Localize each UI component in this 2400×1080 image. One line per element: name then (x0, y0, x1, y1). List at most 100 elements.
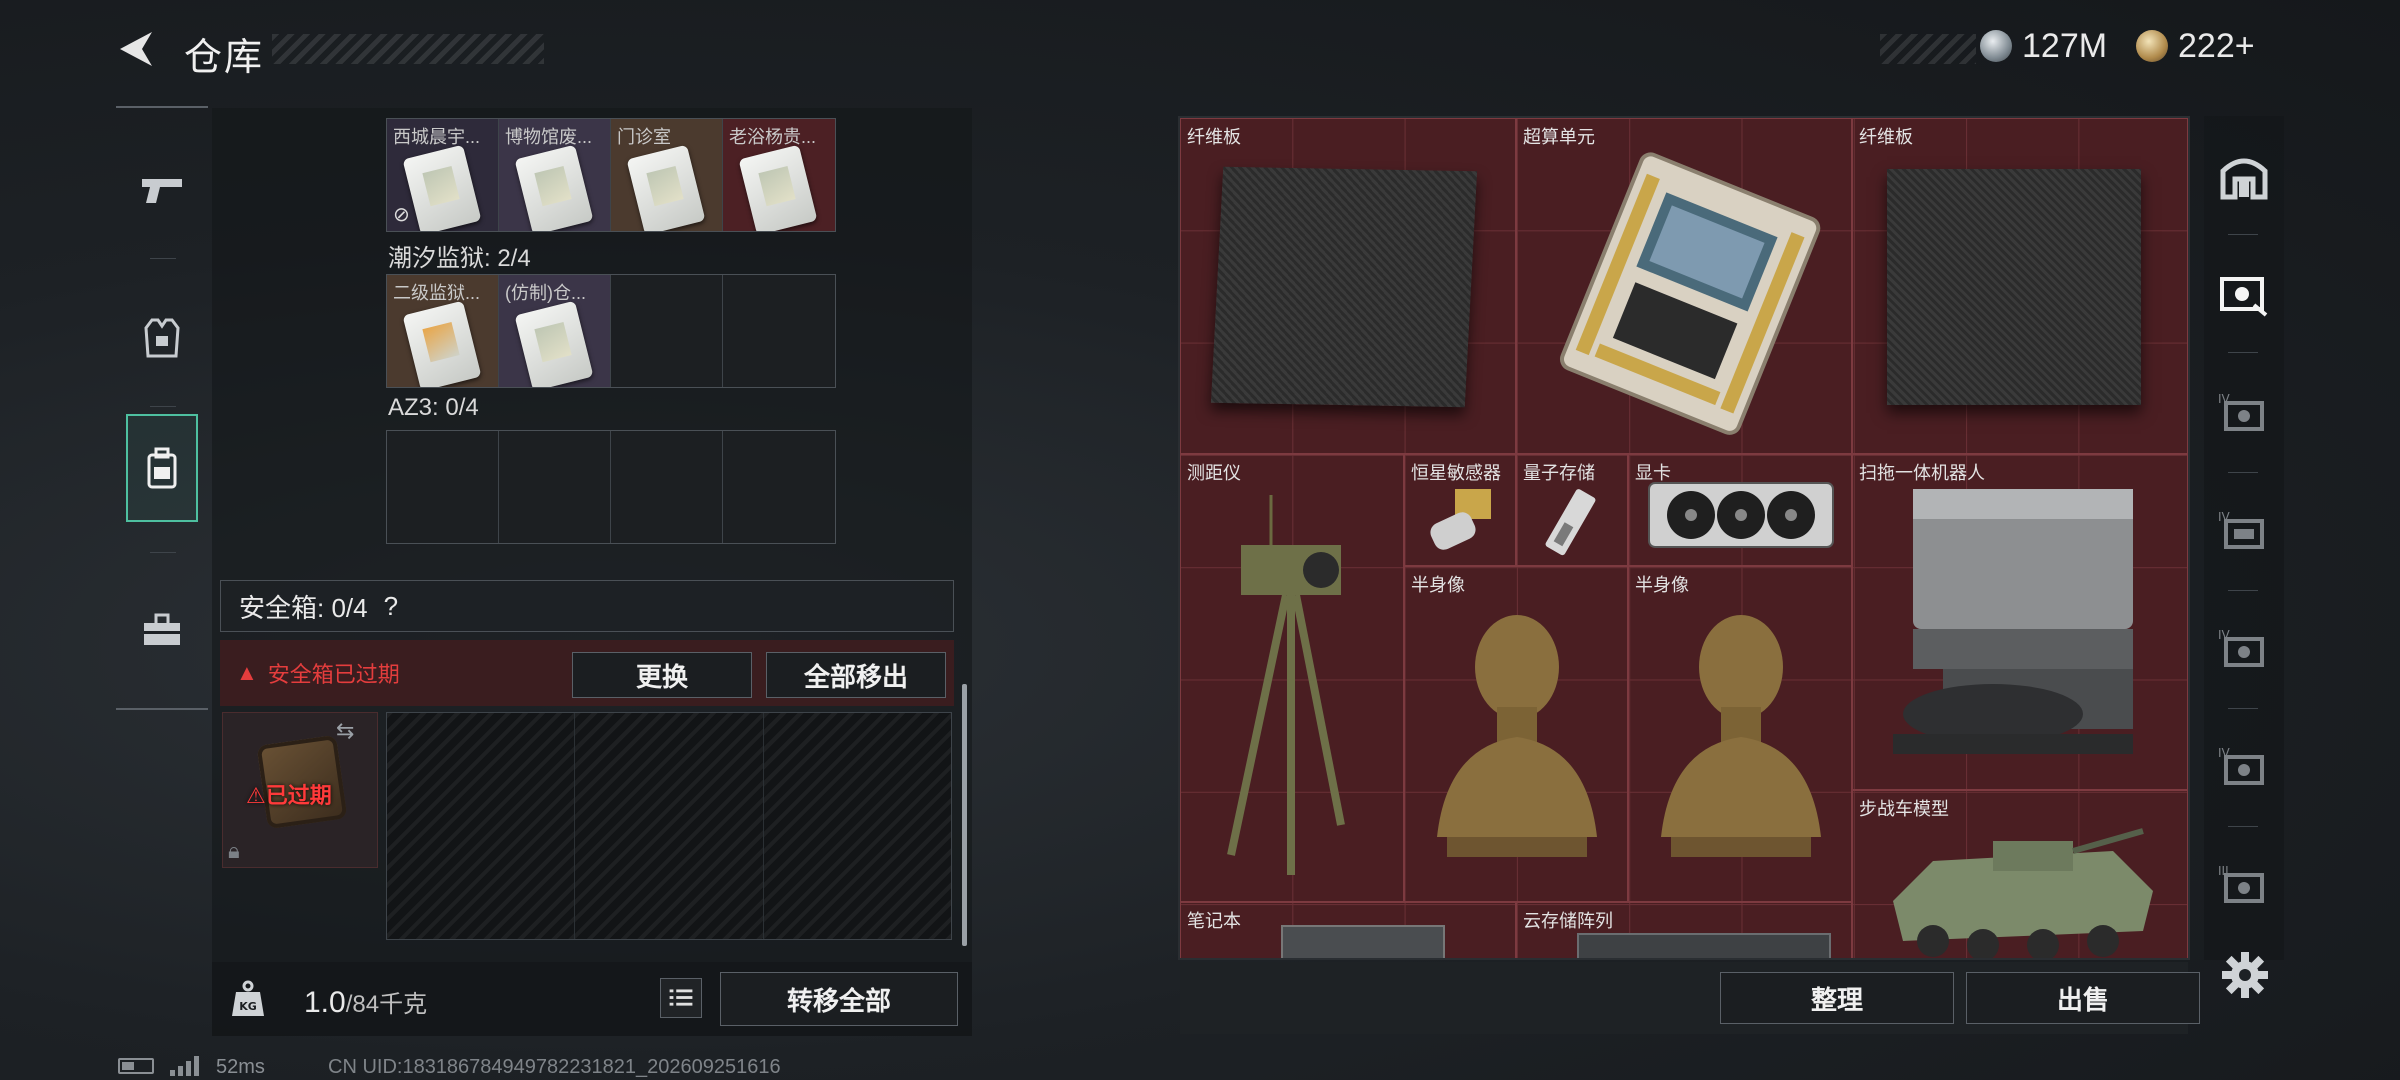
nav-armor[interactable] (126, 284, 198, 392)
key-slot[interactable]: (仿制)仓... (499, 275, 611, 387)
sidebar-separator (2228, 708, 2258, 709)
stash-item-robot-vacuum[interactable]: 扫拖一体机器人 (1852, 454, 2188, 790)
bust-image (1661, 615, 1821, 857)
weight-kg-icon: KG (232, 980, 264, 1016)
currency-gold-value: 222+ (2178, 26, 2255, 65)
key-slot-empty[interactable] (387, 431, 499, 543)
key-name: 门诊室 (617, 127, 671, 147)
replace-button[interactable]: 更换 (572, 652, 752, 698)
item-name: 纤维板 (1187, 127, 1241, 147)
key-grid-1: 西城晨宇... ⊘ 博物馆废... 门诊室 老浴杨贵... (386, 118, 836, 232)
star-sensor-image (1430, 489, 1491, 550)
key-slot[interactable]: 博物馆废... (499, 119, 611, 231)
key-card-icon (738, 144, 818, 231)
stash-tab[interactable]: IV (2214, 384, 2274, 444)
no-transfer-icon: ⊘ (393, 204, 410, 226)
transfer-all-button[interactable]: 转移全部 (720, 972, 958, 1026)
key-grid-3 (386, 430, 836, 544)
key-slot[interactable]: 二级监狱... (387, 275, 499, 387)
stash-tab-active[interactable] (2214, 264, 2274, 324)
fiberboard-image (1887, 169, 2141, 405)
nav-toolbox[interactable] (126, 576, 198, 684)
remove-all-button[interactable]: 全部移出 (766, 652, 946, 698)
list-view-icon[interactable] (660, 978, 702, 1018)
stash-tab-home[interactable] (2214, 146, 2274, 206)
title-decoration (272, 34, 544, 64)
key-slot-empty[interactable] (723, 431, 835, 543)
fiberboard-image (1210, 166, 1478, 408)
help-icon[interactable]: ? (384, 591, 398, 622)
sidebar-separator (2228, 472, 2258, 473)
stash-tab[interactable]: IV (2214, 502, 2274, 562)
key-group-label: AZ3: 0/4 (388, 394, 479, 421)
nav-top-line (116, 106, 208, 108)
stash-item-bust[interactable]: 半身像 (1404, 566, 1628, 902)
case-tier-icon: IV (2218, 392, 2264, 431)
warning-icon: ▲ (236, 660, 258, 685)
key-card-icon (402, 300, 482, 387)
key-slot[interactable]: 老浴杨贵... (723, 119, 835, 231)
stash-item-bust[interactable]: 半身像 (1628, 566, 1852, 902)
robot-vacuum-image (1893, 489, 2133, 754)
scrollbar[interactable] (962, 684, 967, 946)
stash-item-laptop[interactable]: 笔记本 (1180, 902, 1516, 958)
swap-icon[interactable]: ⇆ (336, 718, 354, 744)
case-tier-icon: IV (2218, 628, 2264, 667)
key-slot[interactable]: 西城晨宇... ⊘ (387, 119, 499, 231)
key-slot-empty[interactable] (611, 431, 723, 543)
stash-item-supercomputer[interactable]: 超算单元 (1516, 118, 1852, 454)
battery-icon (118, 1058, 154, 1074)
safe-slot-locked (575, 713, 764, 939)
weight-capacity: /84千克 (345, 991, 428, 1018)
key-slot-empty[interactable] (499, 431, 611, 543)
stash-item-fiberboard[interactable]: 纤维板 (1852, 118, 2188, 454)
key-slot[interactable]: 门诊室 (611, 119, 723, 231)
key-name: 二级监狱... (393, 283, 481, 303)
item-name: 测距仪 (1187, 463, 1241, 483)
stash-item-ifv-model[interactable]: 步战车模型 (1852, 790, 2188, 958)
case-tier-icon (2220, 277, 2268, 317)
key-name: 博物馆废... (505, 127, 593, 147)
item-name: 纤维板 (1859, 127, 1913, 147)
nav-separator (150, 552, 176, 553)
stash-grid: 纤维板 超算单元 纤维板 测距仪 恒星敏感器 量子存储 显卡 扫拖一体机器人 半… (1178, 116, 2190, 960)
stash-tab[interactable]: IV (2214, 620, 2274, 680)
key-card-icon (514, 144, 594, 231)
toolbox-icon (144, 613, 180, 645)
sidebar-separator (2228, 826, 2258, 827)
key-slot-empty[interactable] (611, 275, 723, 387)
sidebar-separator (2228, 590, 2258, 591)
back-arrow-icon[interactable] (112, 28, 160, 70)
armor-vest-icon (144, 318, 180, 358)
stash-tab[interactable]: IV (2214, 738, 2274, 798)
stash-item-rangefinder[interactable]: 测距仪 (1180, 454, 1404, 902)
key-slot-empty[interactable] (723, 275, 835, 387)
item-name: 笔记本 (1187, 911, 1241, 931)
backpack-icon (147, 447, 177, 489)
item-name: 半身像 (1635, 575, 1689, 595)
sidebar-separator (2228, 234, 2258, 235)
sell-button[interactable]: 出售 (1966, 972, 2200, 1024)
nav-weapon[interactable] (126, 136, 198, 244)
silver-coin-icon (1980, 30, 2012, 62)
safe-box-header: 安全箱: 0/4 ? (220, 580, 954, 632)
nav-separator (150, 406, 176, 407)
stash-item-fiberboard[interactable]: 纤维板 (1180, 118, 1516, 454)
ping-readout: 52ms (216, 1056, 265, 1078)
nav-backpack[interactable] (126, 414, 198, 522)
stash-item-quantum-storage[interactable]: 量子存储 (1516, 454, 1628, 566)
tidy-button[interactable]: 整理 (1720, 972, 1954, 1024)
currency-silver[interactable]: 127M (1980, 24, 2107, 68)
key-name: 老浴杨贵... (729, 127, 817, 147)
signal-icon (170, 1054, 204, 1076)
stash-tab[interactable]: III (2214, 856, 2274, 916)
safe-box-label: 安全箱: 0/4 (239, 592, 368, 623)
page-title: 仓库 (184, 37, 265, 79)
stash-item-graphics-card[interactable]: 显卡 (1628, 454, 1852, 566)
stash-item-cloud-storage[interactable]: 云存储阵列 (1516, 902, 1852, 958)
gear-icon[interactable] (2220, 950, 2270, 1000)
stash-item-star-sensor[interactable]: 恒星敏感器 (1404, 454, 1516, 566)
graphics-card-image (1648, 482, 1834, 548)
currency-gold[interactable]: 222+ (2136, 24, 2255, 68)
currency-decoration (1880, 34, 1976, 64)
